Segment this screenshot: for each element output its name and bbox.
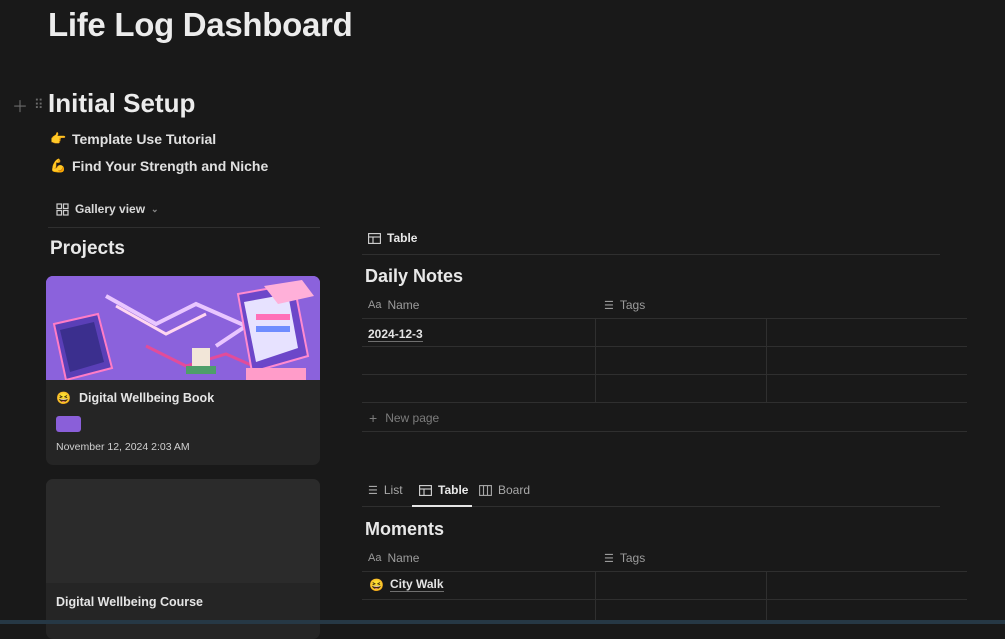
- divider: [362, 254, 940, 255]
- row-divider: [362, 402, 967, 403]
- list-icon: ☰: [368, 484, 378, 497]
- tab-table[interactable]: Table: [368, 231, 417, 245]
- column-divider: [595, 571, 596, 620]
- row-divider: [362, 374, 967, 375]
- section-heading: Initial Setup: [48, 88, 196, 118]
- active-tab-indicator: [412, 505, 472, 507]
- column-label: Tags: [619, 551, 646, 565]
- table-row[interactable]: [368, 353, 594, 373]
- project-card[interactable]: 😆 Digital Wellbeing Book November 12, 20…: [46, 276, 320, 465]
- column-header-name[interactable]: Aa Name: [368, 298, 419, 312]
- tab-label: Table: [438, 483, 469, 497]
- column-label: Name: [387, 551, 420, 565]
- table-icon: [368, 232, 381, 244]
- divider: [48, 227, 320, 228]
- row-name[interactable]: 2024-12-3: [368, 327, 423, 342]
- table-icon: [419, 484, 432, 496]
- cover-thumbnail: [56, 416, 81, 432]
- link-label: Template Use Tutorial: [72, 131, 217, 147]
- card-title: Digital Wellbeing Book: [78, 391, 215, 405]
- list-icon: ☰: [604, 552, 614, 565]
- new-page-label: New page: [385, 411, 440, 425]
- tab-board[interactable]: Board: [479, 483, 530, 497]
- grinning-face-icon: 😆: [56, 391, 71, 405]
- page-title: Life Log Dashboard: [48, 6, 353, 43]
- column-divider: [766, 318, 767, 402]
- column-header-tags[interactable]: ☰ Tags: [604, 298, 645, 312]
- view-label: Gallery view: [75, 202, 146, 216]
- chevron-down-icon: ⌄: [151, 203, 159, 214]
- gallery-view-switch[interactable]: Gallery view ⌄: [56, 202, 159, 216]
- block-controls: ＋ ⠿: [12, 93, 44, 117]
- gallery-icon: [56, 202, 69, 216]
- row-divider: [362, 318, 967, 319]
- project-card[interactable]: Digital Wellbeing Course: [46, 479, 320, 639]
- flexed-arm-icon: 💪: [50, 158, 67, 173]
- tab-list[interactable]: ☰ List: [368, 483, 403, 497]
- table-row[interactable]: 2024-12-3: [368, 325, 423, 343]
- pointing-hand-icon: 👉: [50, 131, 67, 146]
- bottom-edge: [0, 620, 1005, 624]
- grinning-face-icon: 😆: [369, 577, 384, 592]
- row-divider: [362, 599, 967, 600]
- row-name[interactable]: City Walk: [389, 577, 444, 592]
- tab-label: Board: [498, 483, 531, 497]
- database-title: Moments: [365, 519, 445, 539]
- column-label: Tags: [619, 298, 646, 312]
- database-title: Daily Notes: [365, 266, 464, 286]
- link-label: Find Your Strength and Niche: [72, 158, 269, 174]
- new-page-button[interactable]: + New page: [369, 410, 439, 426]
- tab-table[interactable]: Table: [419, 483, 468, 497]
- card-cover-image: [46, 276, 320, 380]
- card-date: November 12, 2024 2:03 AM: [56, 441, 190, 453]
- link-template-tutorial[interactable]: 👉 Template Use Tutorial: [50, 131, 216, 147]
- column-header-tags[interactable]: ☰ Tags: [604, 551, 645, 565]
- list-icon: ☰: [604, 299, 614, 312]
- table-row[interactable]: [368, 381, 594, 401]
- row-divider: [362, 431, 967, 432]
- text-property-icon: Aa: [368, 299, 382, 311]
- column-header-name[interactable]: Aa Name: [368, 551, 419, 565]
- column-divider: [595, 318, 596, 402]
- row-divider: [362, 346, 967, 347]
- column-label: Name: [387, 298, 420, 312]
- board-icon: [479, 484, 492, 496]
- plus-icon[interactable]: ＋: [12, 93, 28, 117]
- column-divider: [766, 571, 767, 620]
- link-find-strength[interactable]: 💪 Find Your Strength and Niche: [50, 158, 268, 174]
- drag-handle-icon[interactable]: ⠿: [34, 97, 44, 113]
- table-row[interactable]: 😆 City Walk: [369, 577, 444, 592]
- plus-icon: +: [369, 410, 378, 426]
- projects-title: Projects: [50, 238, 125, 259]
- tab-label: List: [383, 483, 403, 497]
- text-property-icon: Aa: [368, 552, 382, 564]
- tab-label: Table: [387, 231, 418, 245]
- card-cover-empty: [46, 479, 320, 583]
- card-title: Digital Wellbeing Course: [56, 595, 204, 609]
- row-divider: [362, 571, 967, 572]
